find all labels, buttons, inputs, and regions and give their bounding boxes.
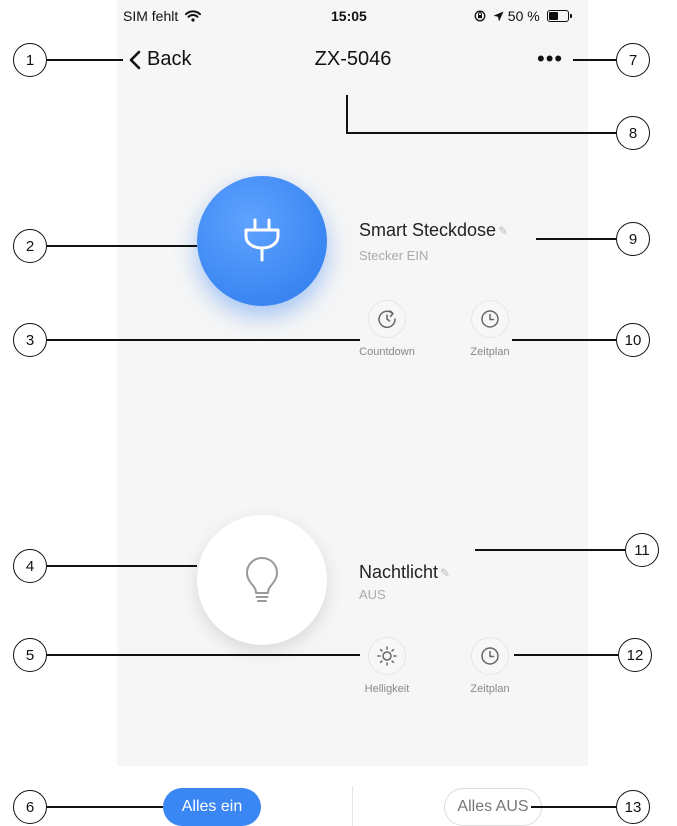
countdown-label: Countdown bbox=[359, 346, 415, 358]
location-icon bbox=[493, 11, 504, 22]
callout-marker: 9 bbox=[616, 222, 650, 256]
leader-line bbox=[531, 806, 616, 808]
leader-line bbox=[47, 806, 163, 808]
callout-marker: 12 bbox=[618, 638, 652, 672]
edit-icon[interactable]: ✎ bbox=[498, 224, 508, 238]
edit-icon[interactable]: ✎ bbox=[440, 566, 450, 580]
callout-marker: 5 bbox=[13, 638, 47, 672]
leader-line bbox=[47, 245, 197, 247]
more-button[interactable]: ••• bbox=[537, 48, 563, 70]
status-time: 15:05 bbox=[331, 8, 367, 24]
leader-line bbox=[514, 654, 618, 656]
callout-marker: 10 bbox=[616, 323, 650, 357]
leader-line bbox=[47, 59, 123, 61]
countdown-button[interactable]: Countdown bbox=[352, 300, 422, 358]
schedule-label-nightlight: Zeitplan bbox=[470, 683, 510, 695]
leader-line bbox=[47, 654, 360, 656]
callout-marker: 2 bbox=[13, 229, 47, 263]
clock-icon bbox=[481, 310, 499, 328]
lightbulb-icon bbox=[246, 557, 278, 602]
callout-marker: 11 bbox=[625, 533, 659, 567]
wifi-icon bbox=[185, 10, 202, 22]
countdown-icon bbox=[378, 310, 396, 328]
back-label: Back bbox=[147, 48, 192, 70]
schedule-button-nightlight[interactable]: Zeitplan bbox=[455, 637, 525, 695]
leader-line bbox=[475, 549, 625, 551]
back-button[interactable]: Back bbox=[128, 48, 191, 71]
brightness-button[interactable]: Helligkeit bbox=[352, 637, 422, 695]
leader-line bbox=[47, 565, 197, 567]
leader-line bbox=[512, 339, 616, 341]
footer-divider bbox=[352, 786, 353, 826]
brightness-icon bbox=[377, 646, 397, 666]
callout-marker: 8 bbox=[616, 116, 650, 150]
more-icon: ••• bbox=[537, 46, 564, 71]
status-battery: 50 % bbox=[474, 8, 572, 24]
schedule-label-plug: Zeitplan bbox=[470, 346, 510, 358]
battery-icon bbox=[546, 10, 572, 22]
leader-line bbox=[536, 238, 616, 240]
leader-line bbox=[573, 59, 616, 61]
brightness-label: Helligkeit bbox=[364, 683, 410, 695]
nightlight-toggle-button[interactable] bbox=[197, 515, 327, 645]
all-off-button[interactable]: Alles AUS bbox=[444, 788, 542, 826]
chevron-left-icon bbox=[129, 50, 141, 69]
leader-line bbox=[47, 339, 360, 341]
device-status-nightlight: AUS bbox=[359, 587, 386, 602]
page-title: ZX-5046 bbox=[314, 48, 392, 70]
plug-toggle-button[interactable] bbox=[197, 176, 327, 306]
callout-marker: 7 bbox=[616, 43, 650, 77]
leader-line bbox=[346, 95, 348, 134]
rotation-lock-icon bbox=[474, 10, 486, 22]
leader-line bbox=[346, 132, 616, 134]
plug-icon bbox=[244, 218, 280, 262]
callout-marker: 3 bbox=[13, 323, 47, 357]
callout-marker: 4 bbox=[13, 549, 47, 583]
callout-marker: 1 bbox=[13, 43, 47, 77]
schedule-button-plug[interactable]: Zeitplan bbox=[455, 300, 525, 358]
all-on-button[interactable]: Alles ein bbox=[163, 788, 261, 826]
callout-marker: 13 bbox=[616, 790, 650, 824]
device-name-plug[interactable]: Smart Steckdose ✎ bbox=[359, 220, 508, 241]
clock-icon bbox=[481, 647, 499, 665]
device-name-nightlight[interactable]: Nachtlicht ✎ bbox=[359, 562, 450, 583]
callout-marker: 6 bbox=[13, 790, 47, 824]
status-carrier: SIM fehlt bbox=[123, 8, 202, 24]
device-status-plug: Stecker EIN bbox=[359, 248, 429, 263]
